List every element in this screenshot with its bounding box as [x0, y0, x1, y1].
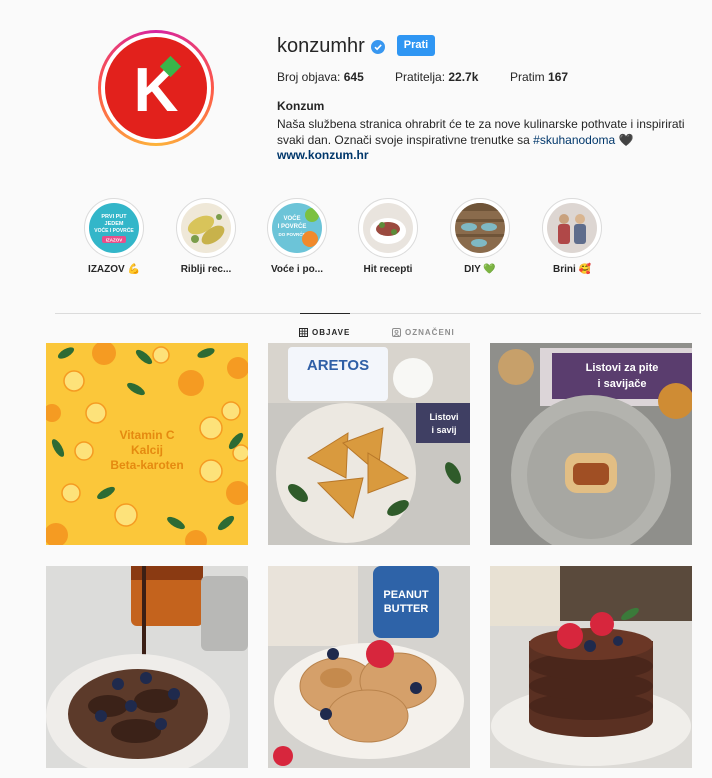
- highlight-cover: [455, 203, 505, 253]
- post-tile-chocolate-crepes[interactable]: [46, 566, 248, 768]
- svg-text:PRVI PUT: PRVI PUT: [101, 214, 127, 220]
- highlight-cover: [547, 203, 597, 253]
- post-tile-vitamin-c[interactable]: Vitamin C Kalcij Beta-karoten: [46, 343, 248, 545]
- tab-label: OZNAČENI: [405, 328, 455, 337]
- svg-text:IZAZOV: IZAZOV: [106, 238, 123, 243]
- following-count[interactable]: Pratim 167: [510, 70, 568, 84]
- post-text-line: Vitamin C: [119, 428, 174, 442]
- tab-objave[interactable]: OBJAVE: [299, 328, 350, 337]
- post-jar-text: BUTTER: [384, 603, 429, 615]
- post-text-line: Beta-karoten: [110, 458, 183, 472]
- verified-badge-icon: [371, 40, 385, 54]
- post-tile-chocolate-pancake-stack[interactable]: [490, 566, 692, 768]
- svg-text:VOĆE: VOĆE: [283, 214, 300, 222]
- highlight-voce-i-povrce[interactable]: VOĆE I POVRĆE DO POVRĆE Voće i po...: [252, 198, 342, 275]
- post-tile-peanut-butter-pancakes[interactable]: PEANUT BUTTER: [268, 566, 470, 768]
- highlight-hit-recepti[interactable]: Hit recepti: [343, 198, 433, 275]
- konzum-logo-avatar: K: [105, 37, 207, 139]
- post-box-text: Listovi za pite: [586, 362, 659, 374]
- highlight-label: DIY 💚: [464, 264, 496, 275]
- highlight-izazov[interactable]: PRVI PUT JEDEM VOĆE I POVRĆE IZAZOV IZAZ…: [69, 198, 159, 275]
- follow-button[interactable]: Prati: [397, 35, 435, 56]
- post-box-text: Listovi: [429, 412, 458, 422]
- svg-text:JEDEM: JEDEM: [105, 221, 124, 227]
- post-jar-text: PEANUT: [383, 589, 429, 601]
- highlight-label: Voće i po...: [270, 264, 324, 275]
- svg-text:I POVRĆE: I POVRĆE: [278, 222, 307, 230]
- bio-name: Konzum: [277, 99, 325, 113]
- highlight-cover: VOĆE I POVRĆE DO POVRĆE: [272, 203, 322, 253]
- profile-username: konzumhr: [277, 35, 365, 57]
- highlight-cover: PRVI PUT JEDEM VOĆE I POVRĆE IZAZOV: [89, 203, 139, 253]
- post-box-text: i savijače: [598, 378, 647, 390]
- bio-text: Naša službena stranica ohrabrit će te za…: [277, 117, 685, 147]
- highlight-cover: [363, 203, 413, 253]
- posts-count[interactable]: Broj objava: 645: [277, 70, 364, 84]
- post-box-text: i savij: [431, 425, 456, 435]
- followers-count[interactable]: Pratitelja: 22.7k: [395, 70, 478, 84]
- grid-icon: [299, 328, 308, 337]
- highlight-riblji-recepti[interactable]: Riblji rec...: [161, 198, 251, 275]
- profile-page: K konzumhr Prati Broj objava: 645 Pratit…: [9, 8, 706, 772]
- post-tile-spinach-pies[interactable]: ARETOS Listovi i savij: [268, 343, 470, 545]
- tabs-divider: [55, 313, 701, 314]
- active-tab-indicator: [300, 313, 350, 314]
- svg-text:DO POVRĆE: DO POVRĆE: [278, 230, 305, 237]
- profile-avatar-ring[interactable]: K: [98, 30, 214, 146]
- tab-oznaceni[interactable]: OZNAČENI: [392, 328, 455, 337]
- tagged-icon: [392, 328, 401, 337]
- highlight-label: IZAZOV 💪: [88, 264, 140, 275]
- highlight-brini[interactable]: Brini 🥰: [527, 198, 617, 275]
- highlight-label: Hit recepti: [363, 264, 413, 275]
- bio-website-link[interactable]: www.konzum.hr: [277, 148, 369, 162]
- post-tile-strudel[interactable]: Listovi za pite i savijače: [490, 343, 692, 545]
- highlight-diy[interactable]: DIY 💚: [435, 198, 525, 275]
- highlight-label: Brini 🥰: [552, 264, 591, 275]
- highlight-label: Riblji rec...: [180, 264, 232, 275]
- post-text-line: Kalcij: [131, 443, 163, 457]
- post-package-text: ARETOS: [307, 357, 369, 374]
- highlight-cover: [181, 203, 231, 253]
- bio-hashtag-link[interactable]: #skuhanodoma: [533, 133, 615, 147]
- tab-label: OBJAVE: [312, 328, 351, 337]
- svg-text:VOĆE I POVRĆE: VOĆE I POVRĆE: [94, 226, 134, 234]
